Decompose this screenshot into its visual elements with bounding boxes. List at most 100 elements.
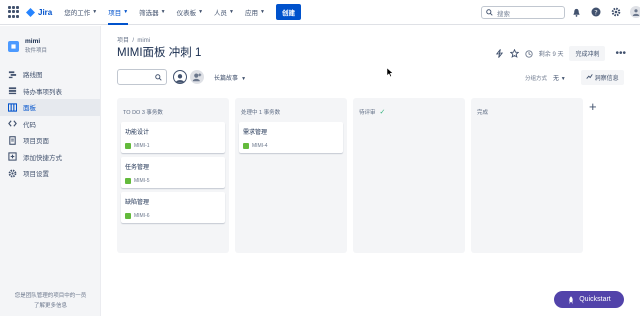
- issue-key: MIMI-6: [134, 213, 150, 219]
- issue-key: MIMI-1: [134, 143, 150, 149]
- create-button[interactable]: 创建: [275, 4, 301, 20]
- nav-filters[interactable]: 筛选器 ▼: [139, 0, 165, 25]
- nav-your-work[interactable]: 您的工作 ▼: [64, 0, 97, 25]
- quickstart-label: Quickstart: [579, 296, 611, 303]
- svg-text:?: ?: [594, 8, 597, 16]
- sidebar-footer-link[interactable]: 了解更多信息: [0, 301, 101, 309]
- issue-title: 缺陷管理: [125, 200, 150, 206]
- chevron-down-icon: ▼: [123, 9, 129, 15]
- user-icon: [175, 74, 185, 83]
- nav-dashboards[interactable]: 仪表板 ▼: [177, 0, 203, 25]
- check-icon: ✓: [379, 109, 386, 116]
- search-icon: [486, 9, 493, 16]
- story-icon: [125, 213, 131, 219]
- add-people-icon[interactable]: [190, 70, 204, 84]
- sidebar-item-pages[interactable]: 项目页面: [0, 132, 100, 149]
- search-icon: [155, 73, 162, 81]
- add-column-icon[interactable]: +: [589, 99, 597, 114]
- board-search-input[interactable]: [117, 69, 167, 85]
- nav-label: 仪表板: [176, 10, 197, 17]
- jira-logo-icon: [26, 7, 35, 17]
- help-icon[interactable]: ?: [590, 6, 602, 18]
- quickstart-button[interactable]: Quickstart: [554, 291, 624, 308]
- nav-label: 应用: [245, 10, 258, 17]
- chevron-down-icon: ▼: [260, 9, 265, 15]
- sidebar-item-settings[interactable]: 项目设置: [0, 165, 100, 182]
- more-actions-icon[interactable]: •••: [615, 48, 626, 59]
- group-by-value: 无: [553, 76, 560, 82]
- jira-logo[interactable]: Jira: [26, 7, 53, 17]
- group-by: 分组方式 无 ▼: [525, 73, 566, 83]
- chevron-down-icon: ▼: [92, 9, 98, 15]
- chart-icon: [586, 74, 593, 79]
- jira-logo-text: Jira: [38, 7, 53, 17]
- sidebar-item-label: 添加快捷方式: [23, 154, 62, 162]
- column-header: TO DO 3 事务数: [123, 110, 163, 116]
- chevron-down-icon: ▼: [160, 9, 166, 15]
- project-sidebar: mimi 软件项目 路线图 待办事项列表 面板 代码 项目页面 添加快捷方式 项…: [0, 26, 101, 316]
- settings-icon: [8, 169, 17, 178]
- group-by-select[interactable]: 无 ▼: [553, 73, 566, 82]
- insights-label: 洞察信息: [594, 76, 619, 82]
- search-input[interactable]: 搜索: [481, 6, 565, 19]
- code-icon: [8, 120, 17, 127]
- add-shortcut-icon: [8, 152, 17, 161]
- clock-icon: [525, 49, 533, 58]
- issue-title: 需求管理: [243, 130, 268, 136]
- column-in-progress: 处理中 1 事务数 需求管理 MIMI-4: [235, 98, 347, 253]
- chevron-down-icon: ▼: [560, 76, 566, 82]
- roadmap-icon: [8, 71, 17, 78]
- sidebar-item-add-shortcut[interactable]: 添加快捷方式: [0, 149, 100, 166]
- issue-card[interactable]: 功能设计 MIMI-1: [121, 122, 225, 153]
- pages-icon: [9, 135, 16, 145]
- sidebar-item-label: 面板: [23, 105, 36, 113]
- app-switcher-icon[interactable]: [8, 6, 20, 18]
- sidebar-item-backlog[interactable]: 待办事项列表: [0, 83, 100, 100]
- nav-apps[interactable]: 应用 ▼: [245, 0, 265, 25]
- sidebar-footer-text: 您是团队管理的项目中的一员: [14, 293, 87, 299]
- group-by-label: 分组方式: [525, 75, 548, 82]
- sidebar-item-roadmap[interactable]: 路线图: [0, 66, 100, 83]
- issue-title: 任务管理: [125, 165, 150, 171]
- sidebar-item-label: 项目设置: [23, 171, 49, 179]
- nav-label: 您的工作: [64, 10, 91, 17]
- assignee-avatar[interactable]: [173, 70, 187, 84]
- mouse-cursor-icon: [387, 68, 394, 77]
- nav-people[interactable]: 人员 ▼: [214, 0, 234, 25]
- issue-card[interactable]: 需求管理 MIMI-4: [239, 122, 343, 153]
- column-todo: TO DO 3 事务数 功能设计 MIMI-1 任务管理 MIMI-5 缺陷管理…: [117, 98, 229, 253]
- settings-gear-icon[interactable]: [610, 6, 622, 18]
- sidebar-item-label: 路线图: [23, 72, 43, 80]
- chevron-down-icon: ▼: [198, 9, 204, 15]
- sidebar-item-board[interactable]: 面板: [0, 99, 100, 116]
- issue-card[interactable]: 任务管理 MIMI-5: [121, 157, 225, 188]
- user-avatar[interactable]: [630, 6, 640, 18]
- notifications-icon[interactable]: [570, 6, 582, 18]
- sidebar-item-label: 项目页面: [23, 138, 49, 146]
- epic-filter-label: 长篇故事: [214, 76, 239, 82]
- days-remaining: 剩余 9 天: [538, 52, 564, 58]
- issue-card[interactable]: 缺陷管理 MIMI-6: [121, 192, 225, 223]
- lightning-icon[interactable]: [495, 49, 504, 58]
- issue-key: MIMI-4: [252, 143, 268, 149]
- rocket-icon: [569, 295, 574, 304]
- star-icon[interactable]: [509, 49, 519, 58]
- breadcrumb: 项目 / mimi: [117, 35, 150, 44]
- nav-projects[interactable]: 项目 ▼: [108, 0, 128, 25]
- column-header: 待评审 ✓: [357, 102, 461, 122]
- insights-button[interactable]: 洞察信息: [581, 70, 624, 85]
- column-title: 待评审: [359, 110, 376, 116]
- backlog-icon: [8, 87, 17, 95]
- project-name: mimi: [25, 38, 41, 45]
- column-header: 处理中 1 事务数: [241, 110, 281, 116]
- complete-sprint-button[interactable]: 完成冲刺: [569, 46, 606, 61]
- nav-label: 筛选器: [139, 10, 159, 17]
- chevron-down-icon: ▼: [229, 9, 234, 15]
- story-icon: [125, 143, 131, 149]
- sidebar-item-code[interactable]: 代码: [0, 116, 100, 133]
- chevron-down-icon: ▼: [239, 76, 247, 82]
- board-main: 项目 / mimi MIMI面板 冲刺 1 剩余 9 天 完成冲刺 ••• 长篇…: [101, 26, 640, 316]
- epic-filter-dropdown[interactable]: 长篇故事 ▼: [214, 73, 246, 82]
- sidebar-item-label: 待办事项列表: [23, 88, 62, 96]
- project-header[interactable]: mimi 软件项目: [0, 26, 100, 54]
